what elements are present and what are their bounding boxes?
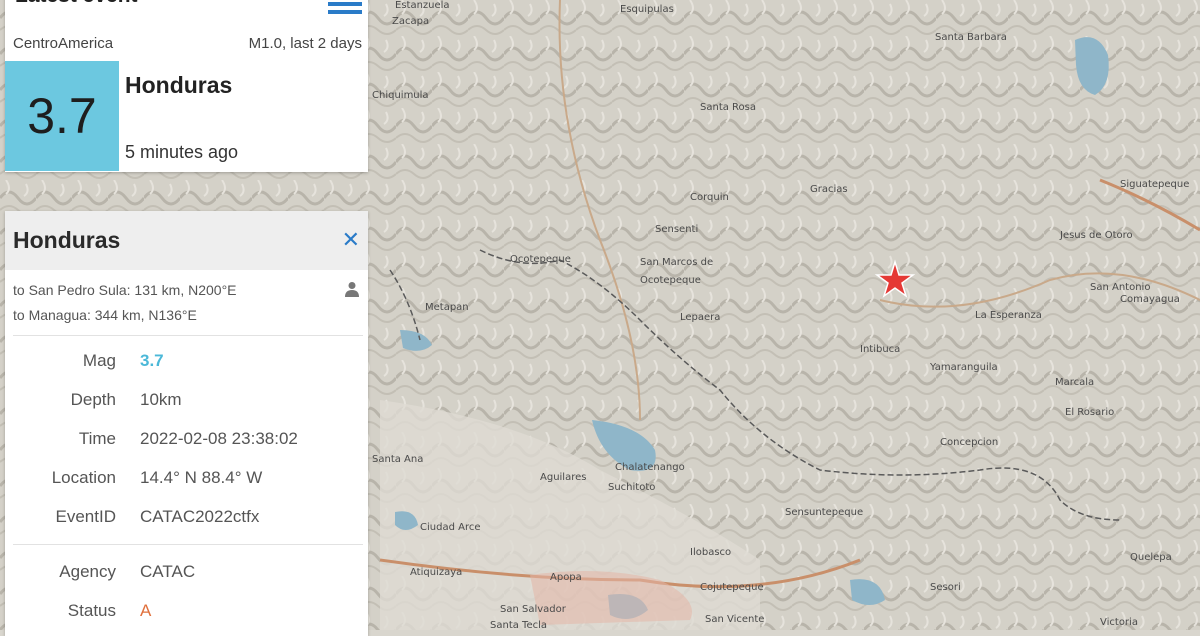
map-place-label: La Esperanza: [975, 310, 1042, 321]
map-place-label: Estanzuela: [395, 0, 450, 11]
map-place-label: Cojutepeque: [700, 582, 764, 593]
list-menu-icon[interactable]: [328, 0, 362, 16]
map-place-label: Zacapa: [392, 16, 429, 27]
map-place-label: Ciudad Arce: [420, 522, 480, 533]
map-place-label: Suchitoto: [608, 482, 655, 493]
map-place-label: San Vicente: [705, 614, 764, 625]
row-value-status: A: [140, 601, 152, 620]
row-agency: Agency CATAC: [5, 562, 368, 590]
row-value-mag: 3.7: [140, 351, 164, 370]
map-place-label: Intibuca: [860, 344, 900, 355]
detail-title: Honduras: [13, 227, 121, 253]
magnitude-badge: 3.7: [5, 61, 119, 171]
event-detail-panel: Honduras ✕ to San Pedro Sula: 131 km, N2…: [5, 211, 368, 636]
map-place-label: Metapan: [425, 302, 469, 313]
map-place-label: Chalatenango: [615, 462, 685, 473]
map-place-label: Chiquimula: [372, 90, 429, 101]
row-key: Location: [51, 468, 116, 487]
map-place-label: Aguilares: [540, 472, 586, 483]
map-place-label: Sensuntepeque: [785, 507, 863, 518]
map-place-label: Santa Tecla: [490, 620, 547, 630]
map-place-label: Corquin: [690, 192, 729, 203]
divider: [13, 335, 363, 336]
map-place-label: Quelepa: [1130, 552, 1172, 563]
row-status: Status A: [5, 601, 368, 629]
map-place-label: Ocotepeque: [640, 275, 701, 286]
row-key: Depth: [70, 390, 116, 409]
latest-event-title: Latest event: [15, 0, 138, 8]
region-label: CentroAmerica: [13, 35, 114, 52]
filter-label: M1.0, last 2 days: [248, 35, 362, 52]
latest-event-card[interactable]: Latest event CentroAmerica M1.0, last 2 …: [5, 0, 368, 172]
distance-managua: to Managua: 344 km, N136°E: [13, 307, 197, 323]
map-place-label: El Rosario: [1065, 407, 1114, 418]
map-place-label: San Salvador: [500, 604, 567, 615]
map-place-label: Apopa: [550, 572, 582, 583]
map-place-label: Sesori: [930, 582, 961, 593]
row-value-location: 14.4° N 88.4° W: [140, 468, 263, 487]
map-place-label: Victoria: [1100, 617, 1138, 628]
row-key: Mag: [82, 351, 116, 370]
row-key: Agency: [59, 562, 116, 581]
row-mag: Mag 3.7: [5, 351, 368, 379]
map-place-label: Ilobasco: [690, 547, 731, 558]
map-place-label: Concepcion: [940, 437, 998, 448]
person-icon[interactable]: [344, 281, 360, 297]
row-value-depth: 10km: [140, 390, 182, 409]
map-place-label: Marcala: [1055, 377, 1094, 388]
event-place: Honduras: [125, 72, 233, 98]
event-age: 5 minutes ago: [125, 142, 239, 162]
map-place-label: San Antonio: [1090, 282, 1150, 293]
row-depth: Depth 10km: [5, 390, 368, 418]
map-place-label: Comayagua: [1120, 294, 1180, 305]
row-key: Status: [67, 601, 116, 620]
distance-san-pedro-sula: to San Pedro Sula: 131 km, N200°E: [13, 282, 237, 298]
map-place-label: Santa Barbara: [935, 32, 1007, 43]
row-value-eventid: CATAC2022ctfx: [140, 507, 260, 526]
divider: [13, 544, 363, 545]
map-place-label: Siguatepeque: [1120, 179, 1189, 190]
close-icon[interactable]: ✕: [342, 228, 360, 253]
map-place-label: Atiquizaya: [410, 567, 462, 578]
map-place-label: Gracias: [810, 184, 848, 195]
map-place-label: Esquipulas: [620, 4, 674, 15]
map-place-label: Lepaera: [680, 312, 720, 323]
row-key: EventID: [55, 507, 116, 526]
row-eventid: EventID CATAC2022ctfx: [5, 507, 368, 535]
row-key: Time: [78, 429, 116, 448]
detail-header: Honduras ✕: [5, 211, 368, 270]
map-place-label: Santa Ana: [372, 454, 423, 465]
map-place-label: Santa Rosa: [700, 102, 756, 113]
row-time: Time 2022-02-08 23:38:02: [5, 429, 368, 457]
map-place-label: Ocotepeque: [510, 254, 571, 265]
map-place-label: Jesus de Otoro: [1059, 230, 1133, 241]
row-value-agency: CATAC: [140, 562, 196, 581]
map-place-label: Sensenti: [655, 224, 698, 235]
row-value-time: 2022-02-08 23:38:02: [140, 429, 298, 448]
map-place-label: San Marcos de: [640, 257, 713, 268]
row-location: Location 14.4° N 88.4° W: [5, 468, 368, 496]
map-place-label: Yamaranguila: [929, 362, 998, 373]
